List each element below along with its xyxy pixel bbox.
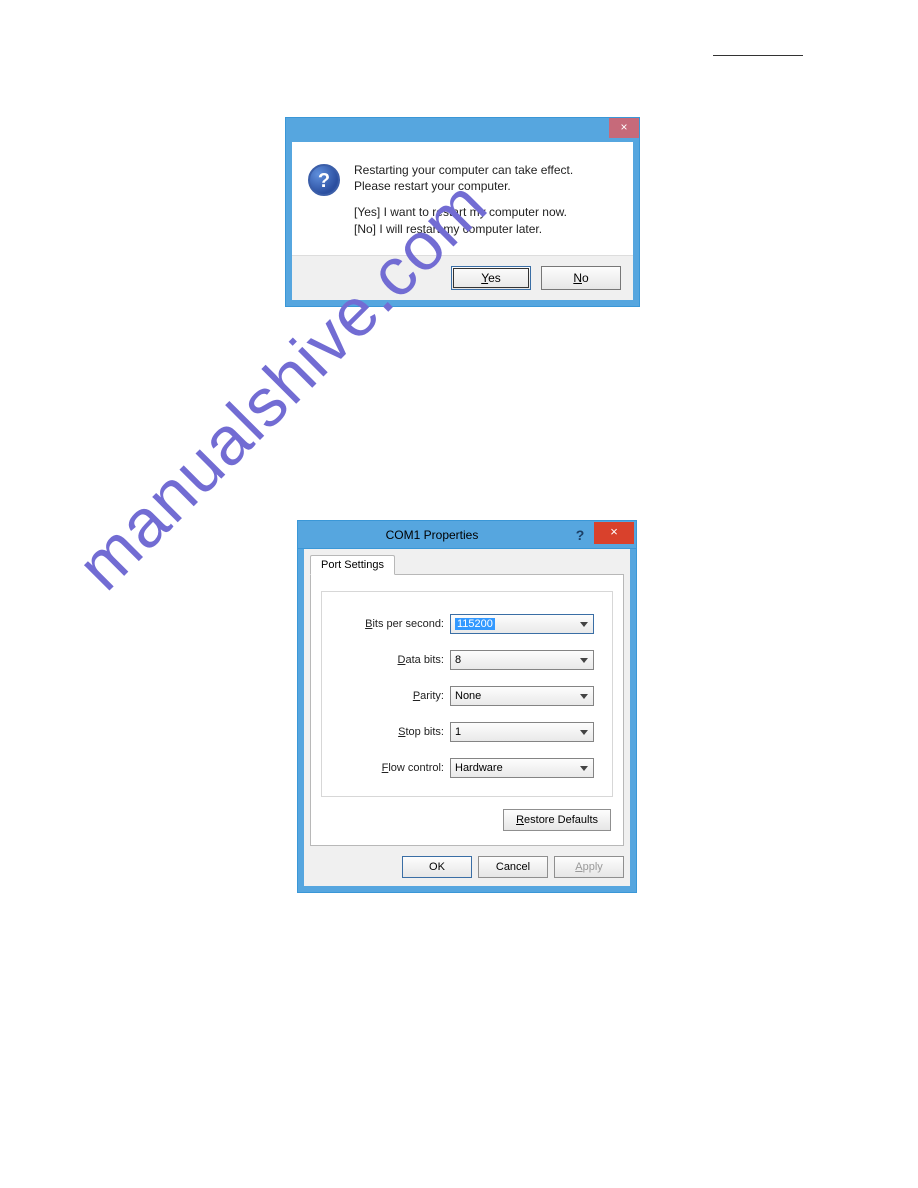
restore-defaults-button[interactable]: Restore Defaults — [503, 809, 611, 831]
restart-msg-line1: Restarting your computer can take effect… — [354, 162, 573, 178]
apply-rest: pply — [583, 861, 603, 873]
row-bits-per-second: Bits per second: 115200 — [340, 614, 594, 634]
label-bits-per-second: Bits per second: — [340, 618, 450, 630]
select-bits-per-second[interactable]: 115200 — [450, 614, 594, 634]
restart-dialog-footer: Yes No — [292, 255, 633, 300]
restart-dialog-titlebar: × — [286, 118, 639, 142]
select-parity[interactable]: None — [450, 686, 594, 706]
restart-opt-no: [No] I will restart my computer later. — [354, 221, 573, 237]
close-button[interactable]: × — [594, 522, 634, 544]
label-data-bits: Data bits: — [340, 654, 450, 666]
label-databits-rest: ata bits: — [405, 654, 444, 666]
row-stop-bits: Stop bits: 1 — [340, 722, 594, 742]
restart-opt-yes: [Yes] I want to restart my computer now. — [354, 204, 573, 220]
port-settings-panel: Bits per second: 115200 Data bits: 8 — [310, 574, 624, 846]
label-stopbits-rest: top bits: — [405, 726, 444, 738]
select-databits-value: 8 — [455, 654, 461, 666]
com1-titlebar: COM1 Properties ? × — [298, 521, 636, 549]
page-header-rule — [713, 55, 803, 56]
restart-dialog-text: Restarting your computer can take effect… — [354, 162, 573, 237]
select-stopbits-value: 1 — [455, 726, 461, 738]
restore-rest: estore Defaults — [524, 814, 598, 826]
tab-port-settings[interactable]: Port Settings — [310, 555, 395, 575]
label-flow-rest: low control: — [388, 762, 444, 774]
restart-confirm-dialog: × Restarting your computer can take effe… — [285, 117, 640, 307]
com1-title: COM1 Properties — [298, 528, 566, 542]
row-data-bits: Data bits: 8 — [340, 650, 594, 670]
label-stop-bits: Stop bits: — [340, 726, 450, 738]
com1-inner: Port Settings Bits per second: 115200 Da… — [298, 549, 636, 892]
select-bps-value: 115200 — [455, 618, 495, 630]
apply-mnemonic: A — [575, 861, 582, 873]
cancel-button[interactable]: Cancel — [478, 856, 548, 878]
tab-strip: Port Settings — [310, 555, 624, 575]
port-settings-group: Bits per second: 115200 Data bits: 8 — [321, 591, 613, 797]
label-bps-rest: its per second: — [372, 618, 444, 630]
row-flow-control: Flow control: Hardware — [340, 758, 594, 778]
apply-button[interactable]: Apply — [554, 856, 624, 878]
close-button[interactable]: × — [609, 118, 639, 138]
restart-dialog-inner: Restarting your computer can take effect… — [286, 142, 639, 306]
label-parity: Parity: — [340, 690, 450, 702]
yes-button[interactable]: Yes — [451, 266, 531, 290]
help-button[interactable]: ? — [566, 527, 594, 543]
select-parity-value: None — [455, 690, 481, 702]
no-button-mnemonic: N — [573, 271, 582, 285]
select-stop-bits[interactable]: 1 — [450, 722, 594, 742]
row-parity: Parity: None — [340, 686, 594, 706]
no-button[interactable]: No — [541, 266, 621, 290]
select-data-bits[interactable]: 8 — [450, 650, 594, 670]
select-flow-value: Hardware — [455, 762, 503, 774]
restore-mnemonic: R — [516, 814, 524, 826]
ok-button[interactable]: OK — [402, 856, 472, 878]
com1-properties-dialog: COM1 Properties ? × Port Settings Bits p… — [297, 520, 637, 893]
restart-msg-line2: Please restart your computer. — [354, 178, 573, 194]
label-flow-control: Flow control: — [340, 762, 450, 774]
question-icon — [308, 164, 340, 196]
yes-button-rest: es — [488, 271, 501, 285]
select-flow-control[interactable]: Hardware — [450, 758, 594, 778]
restart-dialog-body: Restarting your computer can take effect… — [292, 142, 633, 255]
no-button-rest: o — [582, 271, 589, 285]
label-parity-rest: arity: — [420, 690, 444, 702]
com1-footer: OK Cancel Apply — [310, 856, 624, 878]
restore-defaults-row: Restore Defaults — [321, 809, 611, 831]
